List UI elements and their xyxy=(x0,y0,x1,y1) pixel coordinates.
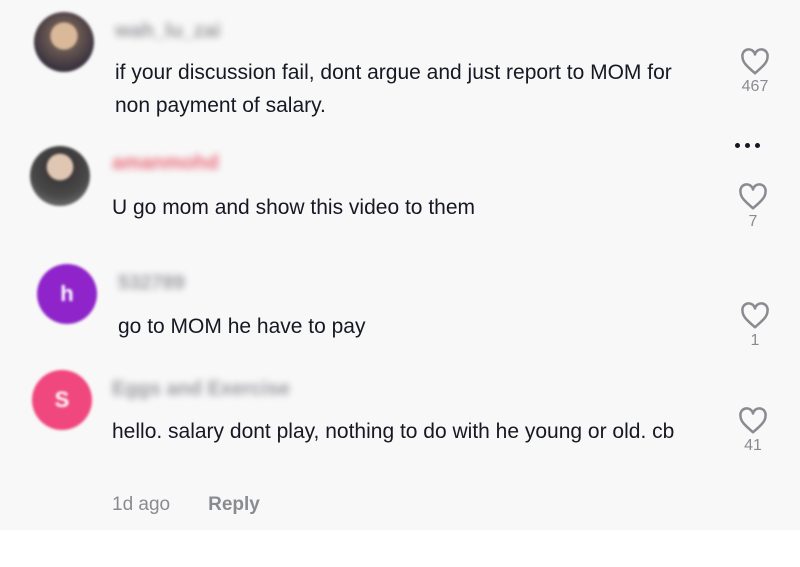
like-button[interactable]: 41 xyxy=(723,407,783,455)
comment-text: go to MOM he have to pay xyxy=(118,315,366,338)
avatar[interactable]: h xyxy=(37,264,97,324)
like-button[interactable]: 7 xyxy=(723,183,783,231)
heart-outline-icon xyxy=(741,302,769,329)
avatar-letter: S xyxy=(54,387,70,412)
comment-text: U go mom and show this video to them xyxy=(112,196,476,219)
comment-username[interactable]: 532789 xyxy=(118,272,185,295)
like-count: 41 xyxy=(744,437,762,454)
reply-button[interactable]: Reply xyxy=(208,494,260,516)
like-button[interactable]: 467 xyxy=(725,48,785,96)
heart-outline-icon xyxy=(741,48,769,75)
comment-text: hello. salary dont play, nothing to do w… xyxy=(112,420,675,443)
avatar[interactable] xyxy=(34,12,94,72)
avatar[interactable] xyxy=(30,146,90,206)
comment-username[interactable]: wah_lu_zai xyxy=(115,20,221,43)
avatar-letter: h xyxy=(60,281,74,306)
heart-outline-icon xyxy=(739,183,767,210)
comment-username[interactable]: amanmohd xyxy=(112,152,219,175)
heart-outline-icon xyxy=(739,407,767,434)
comment-text: if your discussion fail, dont argue and … xyxy=(115,61,672,117)
like-count: 1 xyxy=(750,332,760,349)
like-count: 467 xyxy=(741,78,769,95)
like-count: 7 xyxy=(748,213,758,230)
comment-username[interactable]: Eggs and Exercise xyxy=(112,378,290,401)
comments-panel: wah_lu_zai if your discussion fail, dont… xyxy=(0,0,800,530)
comment-meta: 1d ago Reply xyxy=(112,494,260,516)
avatar[interactable]: S xyxy=(32,370,92,430)
more-options-icon[interactable] xyxy=(735,143,760,148)
timestamp: 1d ago xyxy=(112,494,171,515)
like-button[interactable]: 1 xyxy=(725,302,785,350)
